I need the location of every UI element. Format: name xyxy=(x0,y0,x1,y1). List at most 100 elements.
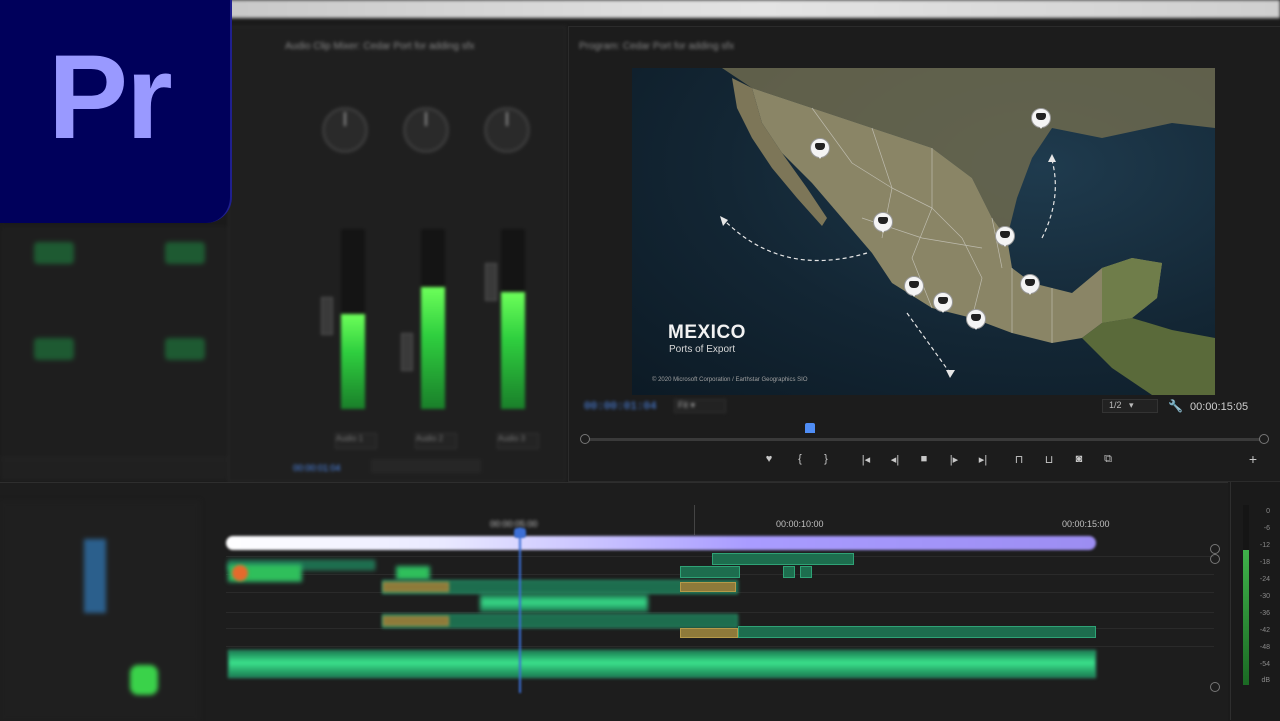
mark-in-icon[interactable]: { xyxy=(792,453,808,465)
map-copyright: © 2020 Microsoft Corporation / Earthstar… xyxy=(652,377,808,383)
meter-level xyxy=(501,292,525,409)
mixer-transport[interactable] xyxy=(371,459,481,473)
title-clip[interactable] xyxy=(680,628,738,638)
audio-meters-panel xyxy=(1230,482,1280,720)
add-button-icon[interactable]: + xyxy=(1245,451,1261,467)
db-label: -18 xyxy=(1259,559,1270,566)
db-label: -12 xyxy=(1259,542,1270,549)
title-clip[interactable] xyxy=(680,582,736,592)
map-subtitle: Ports of Export xyxy=(669,344,736,355)
zoom-level-value: Fit xyxy=(678,400,688,410)
resolution-value: 1/2 xyxy=(1109,400,1122,410)
channel-name: Audio 3 xyxy=(497,433,539,449)
audio-clip[interactable] xyxy=(738,626,1096,638)
scroll-handle[interactable] xyxy=(1210,544,1220,554)
db-label: -30 xyxy=(1259,593,1270,600)
left-panel xyxy=(0,226,255,481)
db-label: -6 xyxy=(1263,525,1270,532)
track-divider xyxy=(226,612,1214,613)
track-thumbnail[interactable] xyxy=(165,338,205,360)
timeline-playhead[interactable] xyxy=(514,528,526,538)
playhead-timecode[interactable]: 00:00:01:04 xyxy=(584,401,657,413)
comparison-icon[interactable]: ⧉ xyxy=(1100,453,1116,466)
db-label: dB xyxy=(1261,677,1270,684)
left-panel-toolbar xyxy=(0,458,255,481)
channel-meter xyxy=(501,229,525,409)
monitor-playhead[interactable] xyxy=(805,423,815,433)
go-to-in-icon[interactable]: |◂ xyxy=(858,453,874,466)
video-clip[interactable] xyxy=(680,566,740,578)
scrub-start-handle[interactable] xyxy=(580,434,590,444)
marker-icon[interactable]: ♥ xyxy=(761,453,777,465)
step-back-icon[interactable]: ◂| xyxy=(887,453,903,466)
pan-knob[interactable] xyxy=(403,107,449,153)
port-pin-icon xyxy=(933,292,953,313)
channel-meter xyxy=(421,229,445,409)
track-thumbnail[interactable] xyxy=(34,242,74,264)
track-headers xyxy=(0,501,200,721)
fader-handle[interactable] xyxy=(321,297,333,335)
track-divider xyxy=(226,646,1214,647)
zoom-level-select[interactable]: Fit ▾ xyxy=(674,399,726,413)
ruler-label: 00:00:05:00 xyxy=(490,519,538,529)
video-clip[interactable] xyxy=(396,566,430,580)
stop-icon[interactable]: ■ xyxy=(916,453,932,465)
fader-handle[interactable] xyxy=(485,263,497,301)
db-label: -24 xyxy=(1259,576,1270,583)
ruler-label: 00:00:10:00 xyxy=(776,519,824,529)
db-label: -42 xyxy=(1259,627,1270,634)
monitor-scrub-bar[interactable] xyxy=(584,438,1264,441)
ruler-tick xyxy=(694,505,695,535)
go-to-out-icon[interactable]: ▸| xyxy=(975,453,991,466)
db-label: -54 xyxy=(1259,661,1270,668)
title-clip[interactable] xyxy=(383,616,449,626)
camera-icon[interactable]: ◙ xyxy=(1071,453,1087,465)
panel-title: Program: Cedar Port for adding sfx xyxy=(579,41,735,52)
port-pin-icon xyxy=(810,138,830,159)
port-pin-icon xyxy=(904,276,924,297)
ruler-label: 00:00:15:00 xyxy=(1062,519,1110,529)
logo-text: Pr xyxy=(48,30,173,164)
channel-meter xyxy=(341,229,365,409)
channel-name: Audio 1 xyxy=(335,433,377,449)
video-clip[interactable] xyxy=(800,566,812,578)
audio-clip[interactable] xyxy=(228,650,1096,678)
timeline-playhead-line xyxy=(519,528,521,693)
db-label: -36 xyxy=(1259,610,1270,617)
record-indicator xyxy=(130,665,158,695)
track-target-button[interactable] xyxy=(84,539,106,613)
track-thumbnail[interactable] xyxy=(34,338,74,360)
map-title: MEXICO xyxy=(668,322,746,343)
pan-knob[interactable] xyxy=(484,107,530,153)
audio-clip-mixer-panel: Audio Clip Mixer: Cedar Port for adding … xyxy=(228,26,566,482)
audio-clip[interactable] xyxy=(480,594,648,612)
db-label: -48 xyxy=(1259,644,1270,651)
step-forward-icon[interactable]: |▸ xyxy=(946,453,962,466)
extract-icon[interactable]: ⊔ xyxy=(1041,453,1057,466)
title-clip[interactable] xyxy=(383,582,449,592)
scroll-handle[interactable] xyxy=(1210,682,1220,692)
mark-out-icon[interactable]: } xyxy=(818,453,834,465)
lift-icon[interactable]: ⊓ xyxy=(1011,453,1027,466)
pan-knob[interactable] xyxy=(322,107,368,153)
port-pin-icon xyxy=(1031,108,1051,129)
port-pin-icon xyxy=(995,226,1015,247)
panel-title: Audio Clip Mixer: Cedar Port for adding … xyxy=(285,41,475,52)
video-clip[interactable] xyxy=(712,553,854,565)
db-label: 0 xyxy=(1266,508,1270,515)
channel-name: Audio 2 xyxy=(415,433,457,449)
track-thumbnail[interactable] xyxy=(165,242,205,264)
meter-level xyxy=(421,286,445,409)
playback-resolution-select[interactable]: 1/2 ▾ xyxy=(1102,399,1158,413)
master-meter-track xyxy=(1243,505,1249,550)
work-area-bar[interactable] xyxy=(226,536,1096,550)
port-pin-icon xyxy=(873,212,893,233)
fader-handle[interactable] xyxy=(401,333,413,371)
video-clip[interactable] xyxy=(783,566,795,578)
scroll-handle[interactable] xyxy=(1210,554,1220,564)
wrench-icon[interactable]: 🔧 xyxy=(1168,399,1183,413)
master-meter-level xyxy=(1243,550,1249,685)
scrub-end-handle[interactable] xyxy=(1259,434,1269,444)
clip-thumbnail xyxy=(232,565,248,581)
meter-level xyxy=(341,313,365,409)
